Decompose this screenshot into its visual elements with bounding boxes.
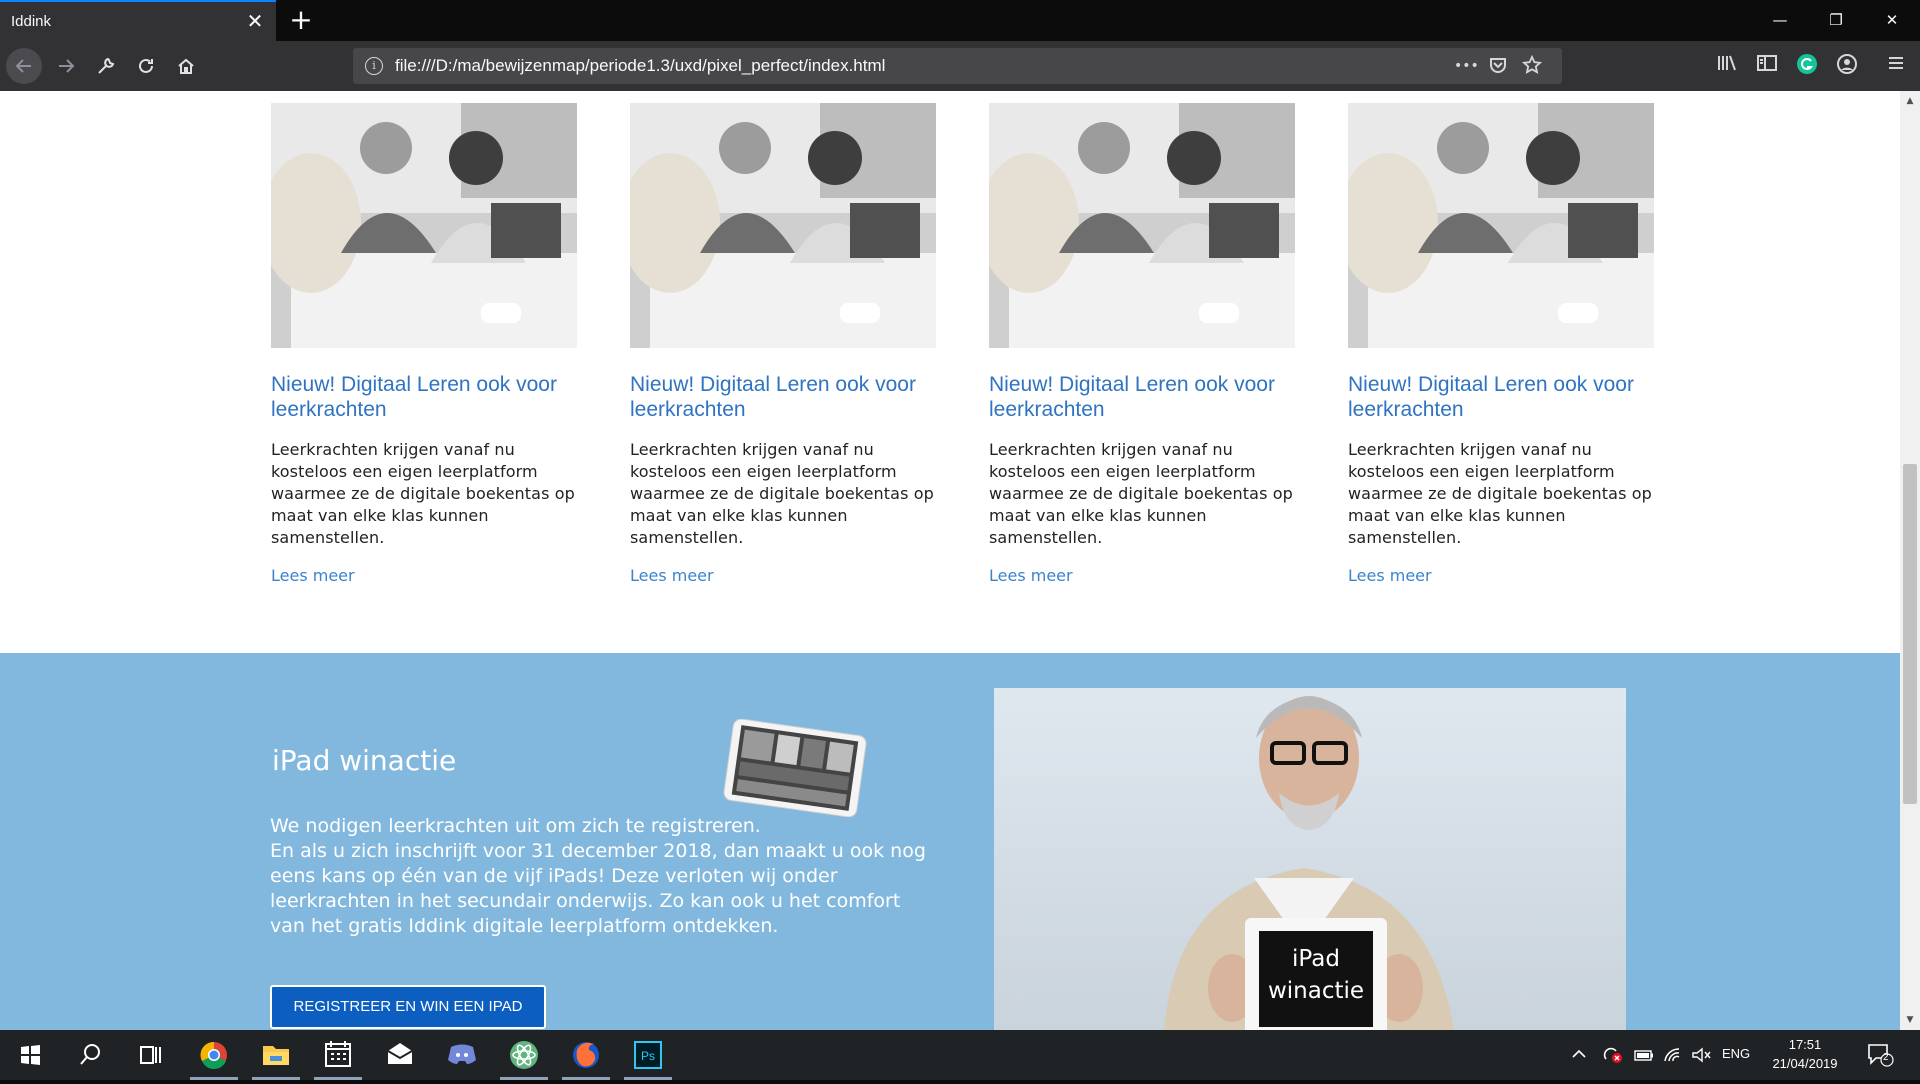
sync-error-icon[interactable] xyxy=(1602,1045,1624,1065)
promo-body-line2: En als u zich inschrijft voor 31 decembe… xyxy=(270,840,926,937)
close-tab-icon[interactable]: ✕ xyxy=(244,10,266,32)
news-photo xyxy=(1348,103,1654,348)
sidebar-icon[interactable] xyxy=(1754,53,1780,79)
clock-date: 21/04/2019 xyxy=(1772,1056,1838,1071)
discord-icon[interactable] xyxy=(434,1030,490,1080)
photoshop-icon[interactable]: Ps xyxy=(620,1030,676,1080)
customize-button[interactable] xyxy=(88,48,124,84)
wifi-icon[interactable] xyxy=(1662,1045,1684,1065)
read-more-link[interactable]: Lees meer xyxy=(271,566,355,585)
news-card: Nieuw! Digitaal Leren ook voor leerkrach… xyxy=(271,103,577,585)
atom-icon[interactable] xyxy=(496,1030,552,1080)
account-icon[interactable] xyxy=(1834,53,1860,79)
back-button[interactable] xyxy=(6,48,42,84)
forward-arrow-icon xyxy=(59,59,75,73)
clock-time: 17:51 xyxy=(1788,1037,1822,1052)
system-clock[interactable]: 17:51 21/04/2019 xyxy=(1765,1035,1845,1073)
minimize-button[interactable]: — xyxy=(1752,0,1808,41)
browser-window: Iddink ✕ + — ❐ ✕ i file:///D:/ma/bewijze… xyxy=(0,0,1920,1080)
new-tab-button[interactable]: + xyxy=(286,6,316,36)
menu-hamburger-icon[interactable] xyxy=(1883,53,1909,79)
news-photo xyxy=(271,103,577,348)
page-scrollbar[interactable]: ▲ ▼ xyxy=(1900,91,1920,1030)
site-info-icon[interactable]: i xyxy=(365,57,383,75)
svg-text:Ps: Ps xyxy=(641,1049,655,1063)
bookmark-star-icon[interactable] xyxy=(1521,54,1543,77)
back-arrow-icon xyxy=(15,59,31,73)
news-text: Leerkrachten krijgen vanaf nu kosteloos … xyxy=(271,440,575,547)
promo-body: We nodigen leerkrachten uit om zich te r… xyxy=(270,814,930,939)
news-title[interactable]: Nieuw! Digitaal Leren ook voor leerkrach… xyxy=(1348,372,1654,422)
task-view-icon[interactable] xyxy=(122,1030,178,1080)
tab-strip: Iddink ✕ + — ❐ ✕ xyxy=(0,0,1920,41)
news-title[interactable]: Nieuw! Digitaal Leren ook voor leerkrach… xyxy=(989,372,1295,422)
news-photo xyxy=(989,103,1295,348)
tab-iddink[interactable]: Iddink ✕ xyxy=(0,0,276,41)
sign-line2: winactie xyxy=(1267,978,1365,1004)
input-language[interactable]: ENG xyxy=(1722,1046,1750,1061)
tablet-image xyxy=(723,719,867,817)
search-icon[interactable] xyxy=(62,1030,118,1080)
ipad-sign: iPad winactie xyxy=(1245,918,1387,1030)
restore-button[interactable]: ❐ xyxy=(1808,0,1864,41)
volume-muted-icon[interactable] xyxy=(1690,1045,1712,1065)
news-card: Nieuw! Digitaal Leren ook voor leerkrach… xyxy=(1348,103,1654,585)
url-text[interactable]: file:///D:/ma/bewijzenmap/periode1.3/uxd… xyxy=(395,56,885,76)
news-card: Nieuw! Digitaal Leren ook voor leerkrach… xyxy=(989,103,1295,585)
promo-body-line1: We nodigen leerkrachten uit om zich te r… xyxy=(270,815,761,837)
news-photo xyxy=(630,103,936,348)
read-more-link[interactable]: Lees meer xyxy=(1348,566,1432,585)
reload-button[interactable] xyxy=(128,48,164,84)
news-text: Leerkrachten krijgen vanaf nu kosteloos … xyxy=(630,440,934,547)
mail-icon[interactable] xyxy=(372,1030,428,1080)
read-more-link[interactable]: Lees meer xyxy=(630,566,714,585)
news-text: Leerkrachten krijgen vanaf nu kosteloos … xyxy=(989,440,1293,547)
notification-count: 2 xyxy=(1883,1052,1889,1063)
scroll-up-arrow-icon[interactable]: ▲ xyxy=(1900,91,1920,111)
battery-icon[interactable] xyxy=(1633,1045,1655,1065)
grammarly-icon[interactable] xyxy=(1794,53,1820,79)
windows-taskbar: Ps ENG 17:51 21/04/2019 2 xyxy=(0,1030,1920,1080)
address-bar[interactable]: i file:///D:/ma/bewijzenmap/periode1.3/u… xyxy=(353,48,1562,84)
firefox-icon[interactable] xyxy=(558,1030,614,1080)
register-win-ipad-button[interactable]: REGISTREER EN WIN EEN IPAD xyxy=(270,985,546,1029)
news-card: Nieuw! Digitaal Leren ook voor leerkrach… xyxy=(630,103,936,585)
sign-line1: iPad xyxy=(1292,946,1340,972)
action-center-icon[interactable]: 2 xyxy=(1866,1042,1894,1068)
tab-title: Iddink xyxy=(11,13,52,30)
promo-title: iPad winactie xyxy=(272,744,457,777)
wrench-icon xyxy=(98,57,115,74)
page-viewport: Nieuw! Digitaal Leren ook voor leerkrach… xyxy=(0,91,1900,1030)
home-icon xyxy=(178,58,194,74)
chevron-up-icon[interactable] xyxy=(1568,1045,1590,1065)
reload-icon xyxy=(139,58,153,73)
chrome-icon[interactable] xyxy=(186,1030,242,1080)
scroll-down-arrow-icon[interactable]: ▼ xyxy=(1900,1010,1920,1030)
read-more-link[interactable]: Lees meer xyxy=(989,566,1073,585)
promo-photo: iPad winactie xyxy=(994,688,1626,1030)
calendar-app-icon[interactable] xyxy=(310,1030,366,1080)
file-explorer-icon[interactable] xyxy=(248,1030,304,1080)
windows-start-icon[interactable] xyxy=(2,1030,58,1080)
forward-button[interactable] xyxy=(48,48,84,84)
news-text: Leerkrachten krijgen vanaf nu kosteloos … xyxy=(1348,440,1652,547)
news-title[interactable]: Nieuw! Digitaal Leren ook voor leerkrach… xyxy=(271,372,577,422)
page-actions-icon[interactable]: ••• xyxy=(1454,55,1479,77)
ipad-promo-section: iPad winactie We nodigen leerkrachten ui… xyxy=(0,653,1900,1030)
news-title[interactable]: Nieuw! Digitaal Leren ook voor leerkrach… xyxy=(630,372,936,422)
ipad-sign-screen: iPad winactie xyxy=(1259,931,1373,1027)
close-window-button[interactable]: ✕ xyxy=(1864,0,1920,41)
navigation-toolbar: i file:///D:/ma/bewijzenmap/periode1.3/u… xyxy=(0,41,1920,91)
pocket-icon[interactable] xyxy=(1487,55,1509,77)
scroll-thumb[interactable] xyxy=(1903,464,1917,804)
news-grid: Nieuw! Digitaal Leren ook voor leerkrach… xyxy=(271,103,1671,623)
home-button[interactable] xyxy=(168,48,204,84)
library-icon[interactable] xyxy=(1714,53,1740,79)
